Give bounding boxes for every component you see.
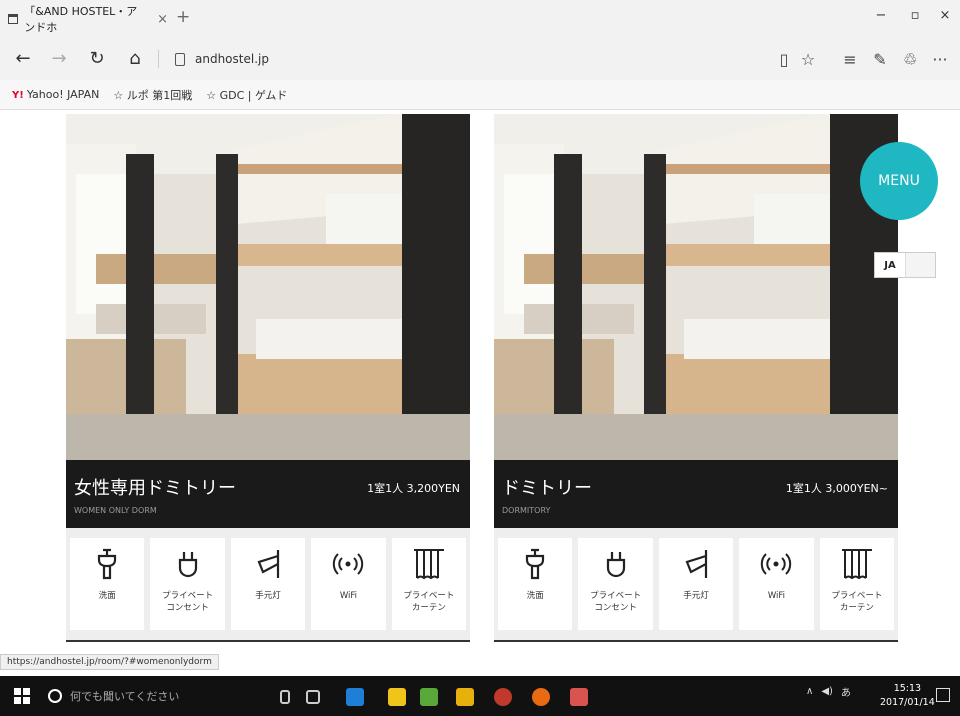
curtain-icon	[841, 549, 872, 580]
tab-close-button[interactable]: ×	[157, 12, 168, 27]
new-tab-button[interactable]: +	[176, 7, 190, 27]
hub-icon[interactable]: ≡	[838, 50, 862, 69]
amenity-curtain: プライベート カーテン	[391, 538, 467, 630]
back-button[interactable]: ←	[8, 48, 38, 69]
amenity-outlet: プライベート コンセント	[578, 538, 653, 630]
maximize-button[interactable]: ▫	[900, 8, 930, 23]
cortana-icon	[48, 689, 62, 703]
room-title: ドミトリー	[502, 478, 592, 499]
room-title: 女性専用ドミトリー	[74, 478, 236, 499]
url-text[interactable]: andhostel.jp	[195, 52, 269, 66]
room-price: 1室1人 3,200YEN	[367, 482, 460, 495]
wifi-icon	[761, 553, 792, 575]
menu-button[interactable]: MENU	[860, 142, 938, 220]
amenity-reading-light: 手元灯	[230, 538, 306, 630]
amenity-reading-light: 手元灯	[658, 538, 734, 630]
room-price: 1室1人 3,000YEN~	[785, 482, 888, 495]
bookmark-gdc[interactable]: ☆ GDC | ゲムド	[206, 87, 287, 103]
room-subtitle: DORMITORY	[502, 506, 551, 515]
favorites-star-icon[interactable]: ☆	[796, 50, 820, 69]
amenity-outlet: プライベート コンセント	[150, 538, 225, 630]
status-url: https://andhostel.jp/room/?#womenonlydor…	[0, 654, 219, 670]
room-photo	[494, 114, 898, 460]
note-icon[interactable]: ✎	[868, 50, 892, 69]
washbasin-icon	[98, 548, 117, 580]
amenity-washbasin: 洗面	[498, 538, 573, 630]
star-icon: ☆	[113, 88, 127, 102]
yahoo-icon: Y!	[12, 90, 24, 101]
amenity-list: 洗面 プライベート コンセント 手元灯 WiFi プライベート カーテン	[494, 528, 898, 642]
search-placeholder: 何でも聞いてください	[70, 690, 180, 703]
more-icon[interactable]: ···	[928, 50, 952, 69]
bookmark-rupo[interactable]: ☆ ルポ 第1回戦	[113, 87, 192, 103]
room-caption: ドミトリー DORMITORY 1室1人 3,000YEN~	[494, 460, 898, 528]
tab-title: 「&AND HOSTEL・アンドホ	[24, 5, 138, 34]
app-icon-red[interactable]	[494, 688, 512, 706]
edge-icon[interactable]	[346, 688, 364, 706]
cortana-search[interactable]: 何でも聞いてください	[48, 682, 268, 710]
forward-button[interactable]: →	[44, 48, 74, 69]
room-photo	[66, 114, 470, 460]
amenity-curtain: プライベート カーテン	[819, 538, 895, 630]
washbasin-icon	[526, 548, 545, 580]
address-field[interactable]: andhostel.jp	[158, 48, 269, 70]
share-icon[interactable]: ♲	[898, 50, 922, 69]
file-explorer-icon[interactable]	[388, 688, 406, 706]
windows-start-icon[interactable]	[14, 688, 30, 704]
lang-ja-option[interactable]: JA	[875, 253, 905, 277]
system-tray[interactable]: ∧ ◀) あ	[806, 684, 851, 699]
chevron-up-icon[interactable]: ∧	[806, 686, 813, 697]
taskbar-clock[interactable]: 15:13 2017/01/14	[880, 682, 935, 710]
volume-icon[interactable]: ◀)	[821, 686, 833, 697]
browser-tab[interactable]: 「&AND HOSTEL・アンドホ ×	[8, 5, 168, 34]
lang-other-option[interactable]	[905, 253, 935, 277]
outlet-icon	[178, 552, 197, 578]
amenity-list: 洗面 プライベート コンセント 手元灯 WiFi プライベート カーテン	[66, 528, 470, 642]
task-view-icon[interactable]	[306, 690, 320, 704]
clock-time: 15:13	[893, 683, 922, 694]
chrome-icon[interactable]	[532, 688, 550, 706]
close-window-button[interactable]: ×	[930, 8, 960, 23]
curtain-icon	[413, 549, 444, 580]
minimize-button[interactable]: −	[866, 8, 896, 23]
home-button[interactable]: ⌂	[120, 48, 150, 69]
amenity-wifi: WiFi	[739, 538, 814, 630]
amenity-washbasin: 洗面	[70, 538, 145, 630]
bookmark-yahoo[interactable]: Y! Yahoo! JAPAN	[12, 88, 99, 101]
room-subtitle: WOMEN ONLY DORM	[74, 506, 157, 515]
language-switcher[interactable]: JA	[874, 252, 936, 278]
reading-view-icon[interactable]: ▯	[772, 50, 796, 69]
amenity-wifi: WiFi	[311, 538, 386, 630]
divider	[158, 50, 159, 68]
wifi-icon	[333, 553, 364, 575]
outlet-icon	[606, 552, 625, 578]
action-center-icon[interactable]	[936, 688, 950, 702]
lock-icon	[175, 52, 185, 66]
room-card-women-only[interactable]: 女性専用ドミトリー WOMEN ONLY DORM 1室1人 3,200YEN …	[66, 114, 470, 644]
tab-page-icon	[8, 14, 19, 24]
reading-light-icon	[257, 550, 280, 578]
refresh-button[interactable]: ↻	[82, 48, 112, 69]
clock-date: 2017/01/14	[880, 697, 935, 708]
app-icon-green[interactable]	[420, 688, 438, 706]
favorites-bar: Y! Yahoo! JAPAN ☆ ルポ 第1回戦 ☆ GDC | ゲムド	[0, 80, 960, 110]
star-icon: ☆	[206, 88, 220, 102]
mic-icon[interactable]	[280, 690, 290, 704]
room-card-dormitory[interactable]: ドミトリー DORMITORY 1室1人 3,000YEN~ 洗面 プライベート…	[494, 114, 898, 644]
app-icon-yellow[interactable]	[456, 688, 474, 706]
ime-icon[interactable]: あ	[841, 684, 851, 699]
reading-light-icon	[685, 550, 708, 578]
room-caption: 女性専用ドミトリー WOMEN ONLY DORM 1室1人 3,200YEN	[66, 460, 470, 528]
app-icon-p[interactable]	[570, 688, 588, 706]
